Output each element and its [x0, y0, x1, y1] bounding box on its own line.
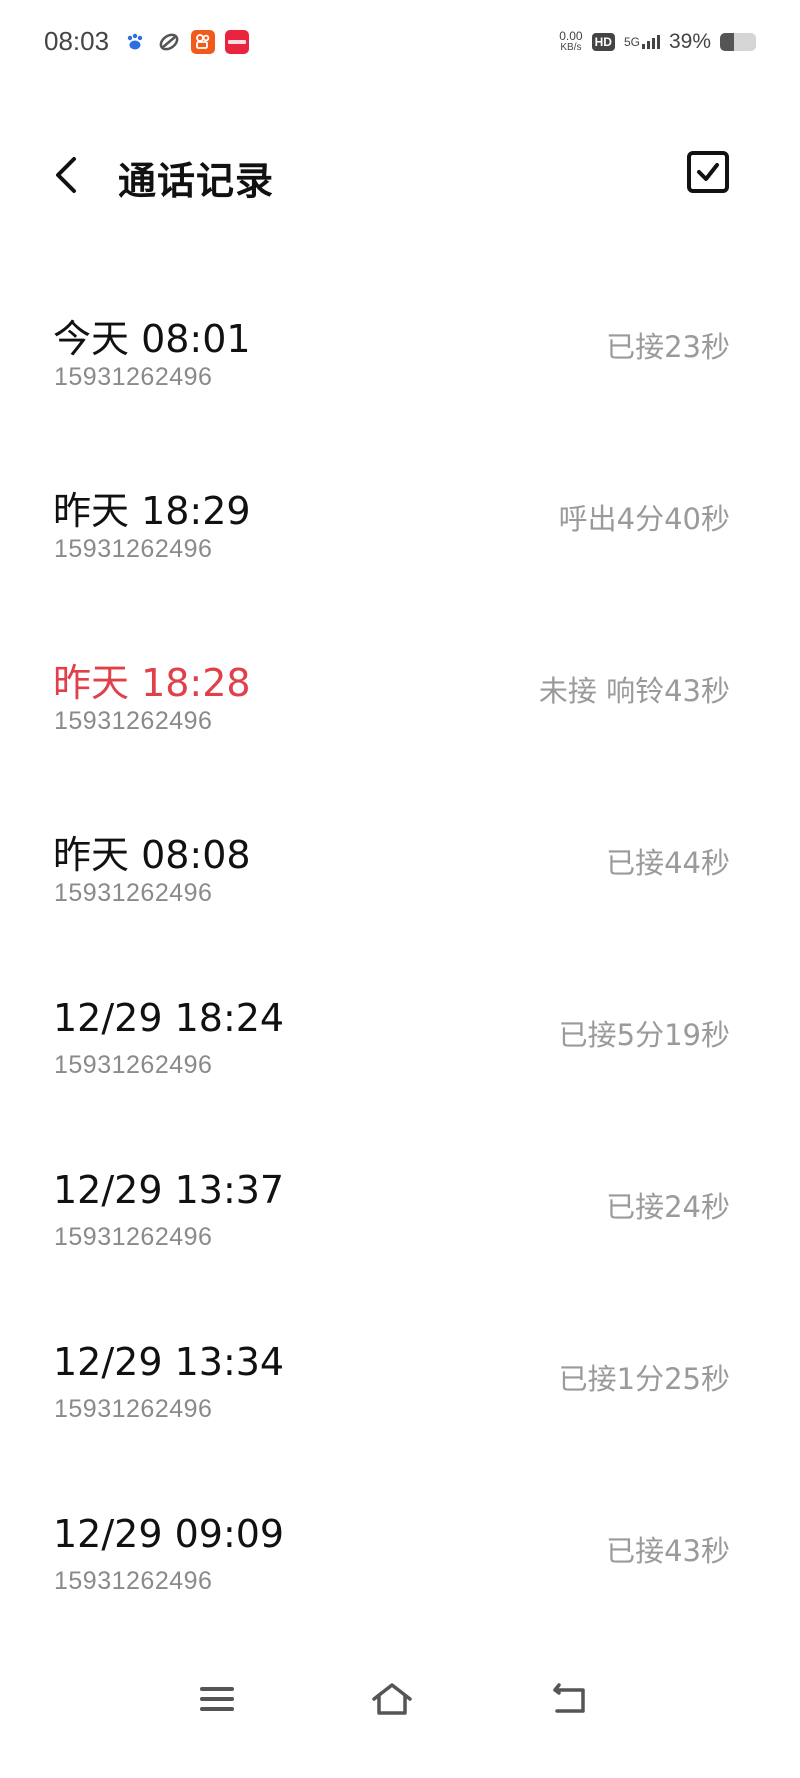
menu-icon	[200, 1687, 234, 1711]
status-bar: 08:03 0.00 KB/s HD 5G 39%	[0, 0, 800, 84]
top-app-bar: 通话记录	[0, 130, 800, 220]
call-time: 今天 08:01	[53, 317, 251, 361]
call-log-item[interactable]: 今天 08:01 15931262496 已接23秒	[0, 260, 800, 432]
call-time: 12/29 18:24	[53, 996, 285, 1040]
call-log-item[interactable]: 12/29 18:24 15931262496 已接5分19秒	[0, 948, 800, 1120]
back-arrow-icon	[553, 1683, 585, 1713]
chevron-left-icon	[56, 157, 76, 193]
back-button[interactable]	[46, 150, 86, 200]
call-log-item[interactable]: 昨天 08:08 15931262496 已接44秒	[0, 776, 800, 948]
link-icon	[157, 30, 181, 54]
call-time: 昨天 08:08	[53, 833, 251, 877]
call-time: 12/29 13:34	[53, 1340, 285, 1384]
hd-badge: HD	[591, 33, 615, 51]
kuaishou-icon	[191, 30, 215, 54]
battery-percent: 39%	[668, 30, 711, 53]
home-icon	[372, 1683, 412, 1715]
call-status: 未接 响铃43秒	[538, 674, 730, 708]
network-speed: 0.00 KB/s	[559, 29, 583, 53]
call-time: 昨天 18:29	[53, 489, 251, 533]
battery-icon	[720, 33, 756, 51]
call-number: 15931262496	[54, 535, 213, 563]
call-log-item[interactable]: 12/29 13:37 15931262496 已接24秒	[0, 1120, 800, 1292]
baidu-icon	[123, 30, 147, 54]
call-number: 15931262496	[54, 363, 213, 391]
call-log-item[interactable]: 昨天 18:29 15931262496 呼出4分40秒	[0, 432, 800, 604]
recents-button[interactable]	[187, 1674, 247, 1724]
call-time: 12/29 13:37	[53, 1168, 285, 1212]
call-number: 15931262496	[54, 1051, 213, 1079]
page-title: 通话记录	[118, 159, 275, 203]
call-log-list: 今天 08:01 15931262496 已接23秒 昨天 18:29 15931262…	[0, 260, 800, 1636]
call-log-item[interactable]: 12/29 09:09 15931262496 已接43秒	[0, 1464, 800, 1636]
home-button[interactable]	[362, 1674, 422, 1724]
call-status: 呼出4分40秒	[558, 502, 730, 536]
call-time: 12/29 09:09	[53, 1512, 285, 1556]
call-status: 已接44秒	[606, 846, 730, 880]
multi-select-button[interactable]	[686, 150, 730, 194]
network-speed-unit: KB/s	[560, 42, 582, 53]
call-number: 15931262496	[54, 1567, 213, 1595]
call-status: 已接24秒	[606, 1190, 730, 1224]
call-status: 已接1分25秒	[558, 1362, 730, 1396]
call-number: 15931262496	[54, 1223, 213, 1251]
call-log-item[interactable]: 12/29 13:34 15931262496 已接1分25秒	[0, 1292, 800, 1464]
call-number: 15931262496	[54, 1395, 213, 1423]
signal-icon: 5G	[624, 35, 660, 49]
status-app-icons	[123, 30, 249, 54]
call-time: 昨天 18:28	[53, 661, 251, 705]
system-nav-bar	[0, 1660, 800, 1740]
signal-label: 5G	[623, 35, 640, 49]
call-number: 15931262496	[54, 879, 213, 907]
call-status: 已接23秒	[606, 330, 730, 364]
checkbox-checked-icon	[687, 151, 729, 193]
status-time: 08:03	[44, 26, 110, 56]
call-status: 已接43秒	[606, 1534, 730, 1568]
status-right: 0.00 KB/s HD 5G 39%	[559, 30, 756, 54]
call-number: 15931262496	[54, 707, 213, 735]
back-nav-button[interactable]	[540, 1674, 600, 1724]
xiaohongshu-icon	[225, 30, 249, 54]
call-status: 已接5分19秒	[558, 1018, 730, 1052]
network-speed-value: 0.00	[559, 29, 583, 43]
call-log-item[interactable]: 昨天 18:28 15931262496 未接 响铃43秒	[0, 604, 800, 776]
